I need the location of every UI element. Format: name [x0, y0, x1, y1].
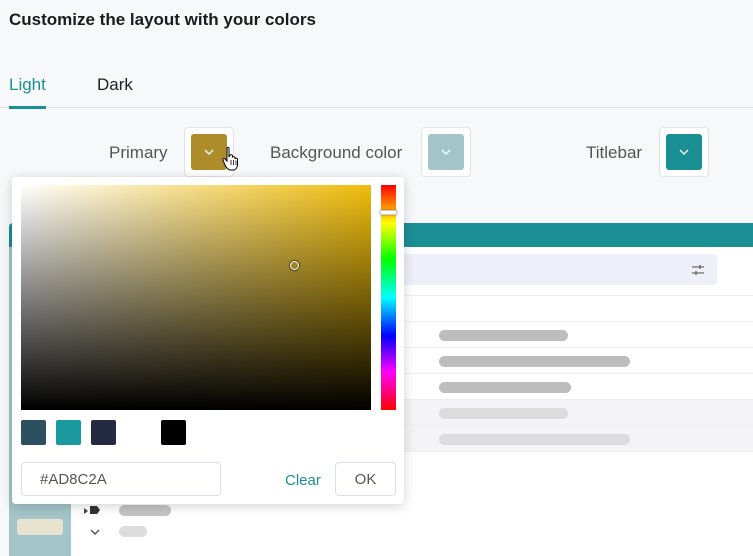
placeholder-bar: [439, 408, 568, 419]
value-gradient: [21, 185, 371, 410]
chevron-down-icon: [679, 149, 689, 155]
primary-label: Primary: [109, 143, 168, 162]
preset-swatch[interactable]: [91, 420, 116, 445]
preview-list-row: [381, 321, 753, 347]
saturation-cursor[interactable]: [290, 261, 299, 270]
hand-pointer-icon: [222, 146, 238, 171]
preview-list-row: [381, 295, 753, 321]
titlebar-swatch[interactable]: [666, 134, 702, 170]
tag-icon: [90, 506, 100, 514]
placeholder-bar: [439, 330, 568, 341]
titlebar-label: Titlebar: [586, 143, 643, 162]
background-color-label: Background color: [270, 143, 403, 162]
background-swatch[interactable]: [428, 134, 464, 170]
preview-list-row: [381, 373, 753, 399]
sliders-icon: [692, 265, 704, 275]
tab-dark[interactable]: Dark: [97, 75, 133, 95]
hue-slider[interactable]: [380, 185, 397, 410]
preview-search-bar: [377, 254, 717, 285]
placeholder-bar: [439, 356, 630, 367]
preview-sidebar-item: [17, 519, 63, 535]
active-tab-indicator: [9, 106, 46, 109]
chevron-down-icon: [204, 149, 214, 155]
preview-list-row: [381, 347, 753, 373]
preview-list-row: [381, 425, 753, 451]
chevron-down-icon: [90, 529, 100, 535]
ok-button[interactable]: OK: [335, 462, 396, 496]
chevron-down-icon: [441, 149, 451, 155]
preset-swatch[interactable]: [126, 420, 151, 445]
placeholder-bar: [119, 505, 171, 516]
clear-button[interactable]: Clear: [285, 472, 321, 489]
tab-light[interactable]: Light: [9, 75, 46, 95]
preview-list-row: [381, 399, 753, 425]
hue-slider-thumb[interactable]: [380, 210, 397, 215]
preset-swatch[interactable]: [56, 420, 81, 445]
placeholder-bar: [439, 434, 630, 445]
hex-color-input[interactable]: [21, 462, 221, 496]
theme-tabs: Light Dark: [0, 62, 753, 109]
saturation-value-panel[interactable]: [21, 185, 371, 410]
placeholder-bar: [119, 526, 147, 537]
placeholder-bar: [439, 382, 571, 393]
preview-list-row: [381, 451, 753, 477]
color-picker-popover: Clear OK: [12, 177, 404, 504]
background-color-picker[interactable]: [421, 127, 471, 177]
titlebar-color-picker[interactable]: [659, 127, 709, 177]
preset-swatch[interactable]: [21, 420, 46, 445]
preset-swatch[interactable]: [161, 420, 186, 445]
page-title: Customize the layout with your colors: [9, 10, 316, 29]
